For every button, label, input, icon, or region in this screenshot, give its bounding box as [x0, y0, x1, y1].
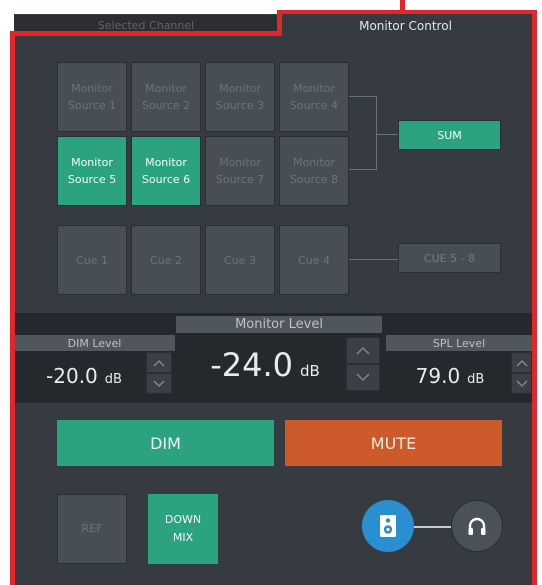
downmix-line2: MIX: [172, 531, 194, 544]
cue-5-8-label: CUE 5 - 8: [423, 251, 476, 265]
downmix-button[interactable]: DOWN MIX: [148, 494, 218, 564]
cue-5-8-button[interactable]: CUE 5 - 8: [398, 243, 501, 273]
headphones-icon: [468, 517, 486, 535]
output-select-connector: [412, 526, 452, 528]
ref-button-label: REF: [81, 522, 103, 535]
monitor-source-1-button[interactable]: Monitor Source 1: [57, 62, 127, 132]
sum-bracket-bottom: [349, 169, 376, 170]
speaker-output-button[interactable]: [362, 500, 414, 552]
sum-bracket-top: [349, 96, 376, 97]
monitor-source-5-line2: Source 5: [67, 173, 117, 186]
speaker-icon: [380, 515, 396, 537]
cue-2-label: Cue 2: [150, 253, 182, 267]
monitor-level-number: -24.0: [210, 346, 293, 384]
sum-bracket-connector: [376, 134, 398, 135]
monitor-source-3-line1: Monitor: [219, 82, 261, 95]
cue-4-button[interactable]: Cue 4: [279, 225, 349, 295]
highlight-pointer: [400, 0, 405, 12]
dim-button[interactable]: DIM: [57, 420, 274, 466]
dim-level-up-button[interactable]: [146, 352, 172, 373]
chevron-down-icon: [515, 379, 528, 387]
highlight-right: [532, 10, 537, 585]
monitor-source-8-line2: Source 8: [289, 173, 339, 186]
spl-level-number: 79.0: [415, 364, 461, 388]
monitor-level-up-button[interactable]: [346, 337, 380, 364]
monitor-source-7-line2: Source 7: [215, 173, 265, 186]
cue-1-button[interactable]: Cue 1: [57, 225, 127, 295]
spl-level-value: 79.0 dB: [392, 364, 508, 396]
chevron-up-icon: [515, 359, 528, 367]
monitor-source-6-line2: Source 6: [141, 173, 191, 186]
spl-level-up-button[interactable]: [511, 352, 532, 373]
monitor-source-7-line1: Monitor: [219, 156, 261, 169]
dim-level-value: -20.0 dB: [28, 364, 140, 396]
chevron-up-icon: [356, 346, 370, 355]
monitor-source-4-button[interactable]: Monitor Source 4: [279, 62, 349, 132]
cue-1-label: Cue 1: [76, 253, 108, 267]
mute-button[interactable]: MUTE: [285, 420, 502, 466]
monitor-source-8-button[interactable]: Monitor Source 8: [279, 136, 349, 206]
cue-group-connector: [349, 259, 398, 260]
monitor-source-5-line1: Monitor: [71, 156, 113, 169]
tab-monitor-control-label: Monitor Control: [359, 19, 452, 33]
sum-button[interactable]: SUM: [398, 120, 501, 150]
dim-level-down-button[interactable]: [146, 373, 172, 394]
monitor-source-1-line2: Source 1: [67, 99, 117, 112]
highlight-top-right: [277, 10, 536, 14]
highlight-left: [10, 31, 15, 585]
chevron-down-icon: [356, 373, 370, 382]
dim-level-label: DIM Level: [14, 335, 175, 351]
monitor-level-value: -24.0 dB: [185, 346, 345, 392]
monitor-control-window: Selected Channel Monitor Control Monitor…: [0, 0, 542, 585]
dim-level-unit: dB: [104, 372, 122, 387]
monitor-source-6-line1: Monitor: [145, 156, 187, 169]
monitor-source-2-line2: Source 2: [141, 99, 191, 112]
monitor-source-7-button[interactable]: Monitor Source 7: [205, 136, 275, 206]
monitor-level-label: Monitor Level: [176, 316, 382, 333]
cue-4-label: Cue 4: [298, 253, 330, 267]
monitor-source-6-button[interactable]: Monitor Source 6: [131, 136, 201, 206]
sum-bracket-vertical: [376, 96, 377, 170]
mute-button-label: MUTE: [370, 433, 417, 453]
cue-3-button[interactable]: Cue 3: [205, 225, 275, 295]
cue-3-label: Cue 3: [224, 253, 256, 267]
highlight-top-left: [10, 31, 282, 36]
monitor-source-3-line2: Source 3: [215, 99, 265, 112]
monitor-source-2-line1: Monitor: [145, 82, 187, 95]
monitor-level-unit: dB: [299, 362, 320, 380]
monitor-source-4-line2: Source 4: [289, 99, 339, 112]
spl-level-down-button[interactable]: [511, 373, 532, 394]
sum-button-label: SUM: [437, 128, 462, 142]
monitor-source-2-button[interactable]: Monitor Source 2: [131, 62, 201, 132]
headphones-output-button[interactable]: [451, 500, 503, 552]
dim-level-number: -20.0: [46, 364, 98, 388]
monitor-source-8-line1: Monitor: [293, 156, 335, 169]
monitor-source-1-line1: Monitor: [71, 82, 113, 95]
monitor-source-5-button[interactable]: Monitor Source 5: [57, 136, 127, 206]
monitor-source-3-button[interactable]: Monitor Source 3: [205, 62, 275, 132]
downmix-line1: DOWN: [164, 513, 202, 526]
chevron-up-icon: [153, 359, 165, 367]
chevron-down-icon: [153, 379, 165, 387]
ref-button[interactable]: REF: [57, 494, 127, 564]
spl-level-unit: dB: [467, 372, 485, 387]
spl-level-label: SPL Level: [386, 335, 532, 351]
monitor-level-down-button[interactable]: [346, 364, 380, 391]
monitor-source-4-line1: Monitor: [293, 82, 335, 95]
cue-2-button[interactable]: Cue 2: [131, 225, 201, 295]
dim-button-label: DIM: [150, 433, 181, 453]
